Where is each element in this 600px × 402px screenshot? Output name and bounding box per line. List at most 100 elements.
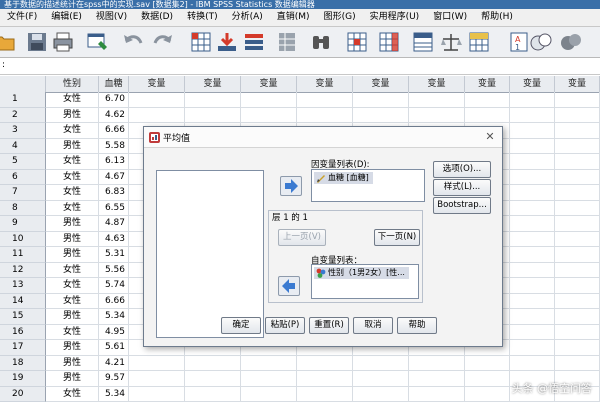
row-number[interactable]: 2	[0, 108, 46, 124]
column-header[interactable]: 变量	[241, 76, 297, 92]
cell-empty[interactable]	[555, 232, 600, 248]
menu-utilities[interactable]: 实用程序(U)	[363, 9, 427, 26]
cell-sex[interactable]: 男性	[46, 340, 99, 356]
cell-glucose[interactable]: 5.56	[99, 263, 129, 279]
cell-glucose[interactable]: 4.62	[99, 108, 129, 124]
cell-empty[interactable]	[297, 108, 353, 124]
cell-empty[interactable]	[555, 294, 600, 310]
style-button[interactable]: 样式(L)...	[433, 179, 491, 196]
show-all-variables-icon[interactable]	[560, 31, 582, 53]
save-icon[interactable]	[26, 31, 48, 53]
cell-empty[interactable]	[555, 356, 600, 372]
cell-empty[interactable]	[555, 278, 600, 294]
cell-empty[interactable]	[555, 263, 600, 279]
cell-empty[interactable]	[555, 340, 600, 356]
independent-list-box[interactable]: 性别（1男2女）[性...	[311, 264, 419, 299]
goto-case-icon[interactable]	[190, 31, 212, 53]
row-number[interactable]: 16	[0, 325, 46, 341]
column-header[interactable]: 变量	[409, 76, 465, 92]
cell-sex[interactable]: 女性	[46, 170, 99, 186]
cell-empty[interactable]	[129, 356, 185, 372]
bootstrap-button[interactable]: Bootstrap...	[433, 197, 491, 214]
paste-button[interactable]: 粘贴(P)	[265, 317, 305, 334]
cell-sex[interactable]: 女性	[46, 263, 99, 279]
open-folder-icon[interactable]	[0, 31, 16, 53]
next-layer-button[interactable]: 下一页(N)	[374, 229, 420, 246]
undo-icon[interactable]	[122, 31, 144, 53]
cell-empty[interactable]	[465, 356, 510, 372]
cell-glucose[interactable]: 4.63	[99, 232, 129, 248]
column-header[interactable]: 变量	[510, 76, 555, 92]
cell-sex[interactable]: 女性	[46, 294, 99, 310]
column-header[interactable]: 变量	[297, 76, 353, 92]
close-icon[interactable]: ✕	[483, 130, 497, 144]
cell-empty[interactable]	[510, 309, 555, 325]
row-number[interactable]: 19	[0, 371, 46, 387]
cell-empty[interactable]	[353, 92, 409, 108]
cell-empty[interactable]	[555, 154, 600, 170]
column-header[interactable]: 变量	[353, 76, 409, 92]
column-header[interactable]: 变量	[555, 76, 600, 92]
column-header[interactable]: 变量	[465, 76, 510, 92]
cell-sex[interactable]: 男性	[46, 216, 99, 232]
row-number[interactable]: 10	[0, 232, 46, 248]
cell-empty[interactable]	[510, 170, 555, 186]
menu-window[interactable]: 窗口(W)	[426, 9, 474, 26]
cell-glucose[interactable]: 4.95	[99, 325, 129, 341]
cell-empty[interactable]	[510, 201, 555, 217]
cell-empty[interactable]	[465, 92, 510, 108]
find-grid-icon[interactable]	[276, 31, 298, 53]
cell-empty[interactable]	[510, 123, 555, 139]
menu-edit[interactable]: 编辑(E)	[44, 9, 89, 26]
cell-sex[interactable]: 男性	[46, 309, 99, 325]
cell-empty[interactable]	[353, 371, 409, 387]
dependent-list-box[interactable]: 血糖 [血糖]	[311, 169, 425, 202]
cell-glucose[interactable]: 4.21	[99, 356, 129, 372]
print-icon[interactable]	[52, 31, 74, 53]
cell-sex[interactable]: 男性	[46, 356, 99, 372]
reset-button[interactable]: 重置(R)	[309, 317, 349, 334]
cell-empty[interactable]	[510, 154, 555, 170]
cell-empty[interactable]	[555, 139, 600, 155]
menu-transform[interactable]: 转换(T)	[180, 9, 225, 26]
cell-empty[interactable]	[241, 356, 297, 372]
move-to-independent-button[interactable]	[278, 276, 300, 296]
cell-empty[interactable]	[129, 371, 185, 387]
cell-glucose[interactable]: 5.74	[99, 278, 129, 294]
cell-empty[interactable]	[510, 108, 555, 124]
cell-empty[interactable]	[185, 92, 241, 108]
find-binoculars-icon[interactable]	[310, 31, 332, 53]
menu-direct-marketing[interactable]: 直销(M)	[270, 9, 317, 26]
value-labels-icon[interactable]: A1	[508, 31, 530, 53]
menu-help[interactable]: 帮助(H)	[474, 9, 520, 26]
cell-glucose[interactable]: 6.13	[99, 154, 129, 170]
menu-data[interactable]: 数据(D)	[134, 9, 180, 26]
cell-empty[interactable]	[510, 185, 555, 201]
cell-sex[interactable]: 女性	[46, 185, 99, 201]
cell-sex[interactable]: 女性	[46, 123, 99, 139]
source-variable-list[interactable]	[156, 170, 264, 338]
menu-view[interactable]: 视图(V)	[89, 9, 134, 26]
goto-variable-icon[interactable]	[216, 31, 238, 53]
cell-empty[interactable]	[555, 185, 600, 201]
cell-empty[interactable]	[185, 371, 241, 387]
cell-empty[interactable]	[510, 92, 555, 108]
corner-cell[interactable]	[0, 76, 46, 92]
ok-button[interactable]: 确定	[221, 317, 261, 334]
cell-empty[interactable]	[510, 340, 555, 356]
use-sets-icon[interactable]	[530, 31, 552, 53]
variables-icon[interactable]	[243, 31, 265, 53]
row-number[interactable]: 17	[0, 340, 46, 356]
insert-cases-icon[interactable]	[346, 31, 368, 53]
cell-empty[interactable]	[510, 294, 555, 310]
cell-glucose[interactable]: 6.70	[99, 92, 129, 108]
cell-glucose[interactable]: 6.83	[99, 185, 129, 201]
cell-sex[interactable]: 女性	[46, 201, 99, 217]
cell-empty[interactable]	[510, 247, 555, 263]
cell-reference-bar[interactable]: :	[0, 58, 600, 75]
cell-empty[interactable]	[510, 232, 555, 248]
row-number[interactable]: 5	[0, 154, 46, 170]
cell-empty[interactable]	[465, 108, 510, 124]
cell-sex[interactable]: 男性	[46, 232, 99, 248]
cell-empty[interactable]	[555, 170, 600, 186]
